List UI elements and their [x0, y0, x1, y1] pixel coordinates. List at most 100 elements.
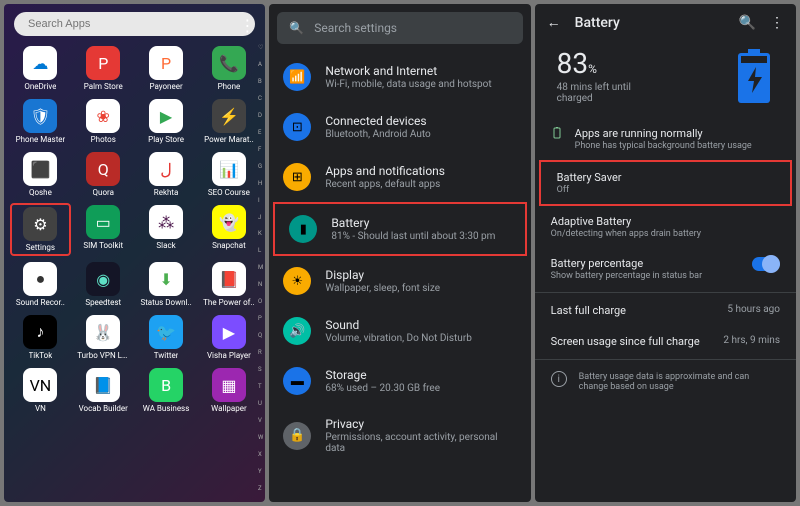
app-vocab-builder[interactable]: 📘Vocab Builder — [73, 366, 134, 415]
more-icon[interactable]: ⋮ — [239, 16, 255, 35]
app-icon: ❀ — [86, 99, 120, 133]
app-the-power-of-[interactable]: 📕The Power of.. — [198, 260, 259, 309]
more-icon[interactable]: ⋮ — [770, 15, 784, 31]
settings-title: Privacy — [325, 417, 516, 431]
app-icon: P — [149, 46, 183, 80]
alpha-D[interactable]: D — [258, 112, 263, 119]
app-palm-store[interactable]: PPalm Store — [73, 44, 134, 93]
app-wa-business[interactable]: BWA Business — [136, 366, 197, 415]
app-icon: ◉ — [86, 262, 120, 296]
app-turbo-vpn-lite[interactable]: 🐰Turbo VPN Lite — [73, 313, 134, 362]
app-speedtest[interactable]: ◉Speedtest — [73, 260, 134, 309]
settings-item-apps-and-notifications[interactable]: ⊞Apps and notificationsRecent apps, defa… — [269, 152, 530, 202]
settings-item-sound[interactable]: 🔊SoundVolume, vibration, Do Not Disturb — [269, 306, 530, 356]
alpha-index[interactable]: ♡ A B C D E F G H I J K L M N O P Q R S T U V W X Y Z — [258, 44, 263, 492]
app-icon: ⬛ — [23, 152, 57, 186]
alpha-G[interactable]: G — [258, 163, 263, 170]
settings-sub: 81% - Should last until about 3:30 pm — [331, 231, 495, 242]
search-icon: 🔍 — [289, 21, 304, 35]
settings-item-connected-devices[interactable]: ⊡Connected devicesBluetooth, Android Aut… — [269, 102, 530, 152]
percent-unit: % — [588, 62, 597, 76]
alpha-I[interactable]: I — [258, 197, 263, 204]
app-phone[interactable]: 📞Phone — [198, 44, 259, 93]
alpha-K[interactable]: K — [258, 230, 263, 237]
settings-sub: 68% used – 20.30 GB free — [325, 383, 440, 394]
app-photos[interactable]: ❀Photos — [73, 97, 134, 146]
alpha-T[interactable]: T — [258, 383, 263, 390]
app-vn[interactable]: VNVN — [10, 366, 71, 415]
alpha-V[interactable]: V — [258, 417, 263, 424]
alpha-N[interactable]: N — [258, 281, 263, 288]
alpha-U[interactable]: U — [258, 400, 263, 407]
app-grid: ☁OneDrivePPalm StorePPayoneer📞Phone 🛡Phon… — [4, 40, 265, 419]
search-icon[interactable]: 🔍 — [739, 15, 756, 31]
settings-item-privacy[interactable]: 🔒PrivacyPermissions, account activity, p… — [269, 406, 530, 465]
app-sound-recor-[interactable]: ●Sound Recor.. — [10, 260, 71, 309]
settings-sub: Wallpaper, sleep, font size — [325, 283, 440, 294]
divider — [535, 359, 796, 360]
app-slack[interactable]: ⁂Slack — [136, 203, 197, 256]
app-rekhta[interactable]: لRekhta — [136, 150, 197, 199]
app-onedrive[interactable]: ☁OneDrive — [10, 44, 71, 93]
alpha-J[interactable]: J — [258, 214, 263, 221]
back-icon[interactable]: ← — [547, 14, 561, 31]
alpha-♡[interactable]: ♡ — [258, 44, 263, 51]
app-qoshe[interactable]: ⬛Qoshe — [10, 150, 71, 199]
percentage-toggle[interactable] — [752, 257, 780, 271]
app-icon: 🐦 — [149, 315, 183, 349]
alpha-C[interactable]: C — [258, 95, 263, 102]
app-play-store[interactable]: ▶Play Store — [136, 97, 197, 146]
settings-item-display[interactable]: ☀DisplayWallpaper, sleep, font size — [269, 256, 530, 306]
alpha-O[interactable]: O — [258, 298, 263, 305]
alpha-M[interactable]: M — [258, 264, 263, 271]
settings-icon: ⊞ — [283, 163, 311, 191]
app-label: SIM Toolkit — [83, 241, 123, 250]
alpha-X[interactable]: X — [258, 451, 263, 458]
app-search-input[interactable] — [28, 18, 241, 30]
settings-item-battery[interactable]: ▮Battery81% - Should last until about 3:… — [273, 202, 526, 256]
alpha-B[interactable]: B — [258, 78, 263, 85]
running-title: Apps are running normally — [575, 127, 780, 140]
alpha-S[interactable]: S — [258, 366, 263, 373]
app-power-marat-[interactable]: ⚡Power Marat.. — [198, 97, 259, 146]
app-status-downl-[interactable]: ⬇Status Downl.. — [136, 260, 197, 309]
settings-title: Connected devices — [325, 114, 430, 128]
alpha-H[interactable]: H — [258, 180, 263, 187]
battery-saver-item[interactable]: Battery Saver Off — [539, 160, 792, 206]
alpha-Y[interactable]: Y — [258, 468, 263, 475]
alpha-Q[interactable]: Q — [258, 332, 263, 339]
app-label: WA Business — [143, 404, 190, 413]
app-quora[interactable]: QQuora — [73, 150, 134, 199]
alpha-W[interactable]: W — [258, 434, 263, 441]
app-visha-player[interactable]: ▶Visha Player — [198, 313, 259, 362]
app-snapchat[interactable]: 👻Snapchat — [198, 203, 259, 256]
app-phone-master[interactable]: 🛡Phone Master — [10, 97, 71, 146]
alpha-L[interactable]: L — [258, 247, 263, 254]
running-sub: Phone has typical background battery usa… — [575, 141, 780, 151]
alpha-Z[interactable]: Z — [258, 485, 263, 492]
settings-title: Sound — [325, 318, 472, 332]
app-sim-toolkit[interactable]: ▭SIM Toolkit — [73, 203, 134, 256]
alpha-R[interactable]: R — [258, 349, 263, 356]
app-payoneer[interactable]: PPayoneer — [136, 44, 197, 93]
app-wallpaper[interactable]: ▦Wallpaper — [198, 366, 259, 415]
app-tiktok[interactable]: ♪TikTok — [10, 313, 71, 362]
settings-sub: Wi-Fi, mobile, data usage and hotspot — [325, 79, 491, 90]
settings-item-network-and-internet[interactable]: 📶Network and InternetWi-Fi, mobile, data… — [269, 52, 530, 102]
app-search-bar[interactable] — [14, 12, 255, 36]
app-seo-course[interactable]: 📊SEO Course — [198, 150, 259, 199]
apps-running-item[interactable]: Apps are running normally Phone has typi… — [535, 118, 796, 160]
alpha-A[interactable]: A — [258, 61, 263, 68]
saver-value: Off — [557, 185, 774, 195]
settings-item-storage[interactable]: ▬Storage68% used – 20.30 GB free — [269, 356, 530, 406]
screen-usage-item: Screen usage since full charge 2 hrs, 9 … — [535, 326, 796, 357]
adaptive-battery-item[interactable]: Adaptive Battery On/detecting when apps … — [535, 206, 796, 248]
alpha-P[interactable]: P — [258, 315, 263, 322]
alpha-E[interactable]: E — [258, 129, 263, 136]
app-twitter[interactable]: 🐦Twitter — [136, 313, 197, 362]
app-settings[interactable]: ⚙Settings — [10, 203, 71, 256]
battery-percentage-item[interactable]: Battery percentage Show battery percenta… — [535, 248, 796, 290]
alpha-F[interactable]: F — [258, 146, 263, 153]
settings-search[interactable]: 🔍 Search settings — [277, 12, 522, 44]
settings-panel: 🔍 Search settings 📶Network and InternetW… — [269, 4, 530, 502]
